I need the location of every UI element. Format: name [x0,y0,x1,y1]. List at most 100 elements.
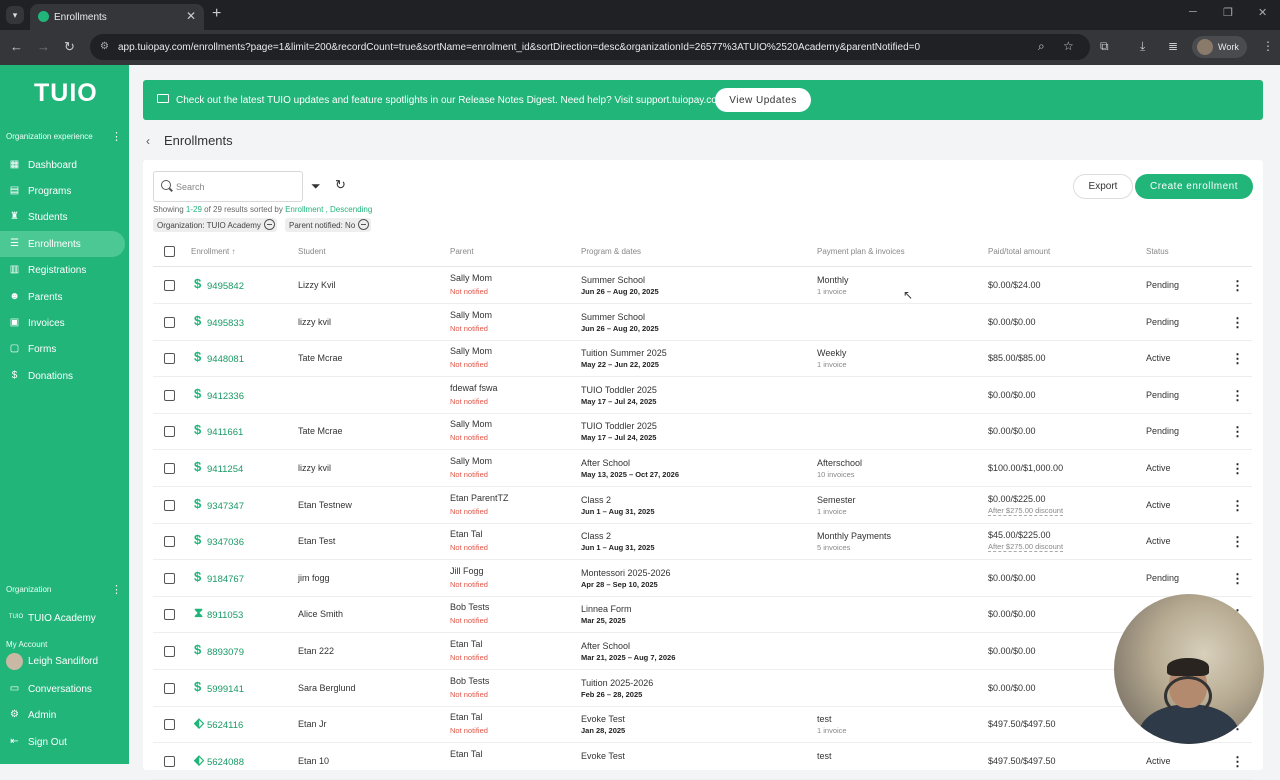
remove-filter-icon[interactable] [358,219,370,230]
table-row[interactable]: ⬖ 5624088 Etan 10 Etan Tal Evoke Test test $49… [153,743,1252,780]
create-enrollment-button[interactable]: Create enrollment [1135,174,1253,199]
summary-sort-field[interactable]: Enrollment [285,205,323,214]
parent-name[interactable]: Sally Mom [450,310,492,320]
table-row[interactable]: $9184767 jim fogg Jill Fogg Not notified Mon… [153,560,1252,597]
organization-menu-icon[interactable]: ⋮ [111,583,122,596]
user-profile[interactable]: Leigh Sandiford [0,648,125,674]
enrollment-id-link[interactable]: 8911053 [207,610,243,621]
row-checkbox[interactable] [164,683,175,694]
parent-name[interactable]: fdewaf fswa [450,383,498,393]
zoom-icon[interactable]: ⌕ [1038,39,1045,54]
row-checkbox[interactable] [164,573,175,584]
row-menu-icon[interactable]: ⋮ [1231,388,1244,404]
enrollment-id-link[interactable]: 9347347 [207,501,244,512]
row-menu-icon[interactable]: ⋮ [1231,315,1244,331]
sidebar-item-forms[interactable]: ▢ Forms [0,336,125,362]
tab-list-button[interactable]: ▾ [6,6,24,24]
student-name[interactable]: Etan Test [298,536,335,546]
profile-button[interactable]: Work [1192,36,1247,58]
program-name[interactable]: Summer School [581,275,645,285]
column-header-amount[interactable]: Paid/total amount [988,247,1050,256]
sidebar-item-invoices[interactable]: ▣ Invoices [0,310,125,336]
table-row[interactable]: $5999141 Sara Berglund Bob Tests Not notifi… [153,670,1252,707]
enrollment-id-link[interactable]: 9495842 [207,281,244,292]
program-name[interactable]: Montessori 2025-2026 [581,568,671,578]
student-name[interactable]: jim fogg [298,573,330,583]
sidebar-item-donations[interactable]: $ Donations [0,363,125,389]
parent-name[interactable]: Bob Tests [450,602,489,612]
row-checkbox[interactable] [164,353,175,364]
row-checkbox[interactable] [164,500,175,511]
parent-name[interactable]: Sally Mom [450,346,492,356]
student-name[interactable]: Etan Testnew [298,500,352,510]
parent-name[interactable]: Etan ParentTZ [450,493,509,503]
row-menu-icon[interactable]: ⋮ [1231,534,1244,550]
enrollment-id-link[interactable]: 8893079 [207,647,244,658]
restore-icon[interactable]: ❐ [1223,6,1233,19]
parent-name[interactable]: Etan Tal [450,639,482,649]
program-name[interactable]: TUIO Toddler 2025 [581,385,657,395]
sidebar-item-admin[interactable]: ⚙ Admin [0,702,125,728]
program-name[interactable]: Class 2 [581,495,611,505]
enrollment-id-link[interactable]: 9448081 [207,354,244,365]
close-window-icon[interactable]: ✕ [1258,6,1267,19]
column-header-payment[interactable]: Payment plan & invoices [817,247,905,256]
parent-name[interactable]: Sally Mom [450,456,492,466]
enrollment-id-link[interactable]: 9184767 [207,574,244,585]
row-checkbox[interactable] [164,536,175,547]
browser-tab[interactable]: Enrollments ✕ [30,4,204,30]
student-name[interactable]: lizzy kvil [298,317,331,327]
enrollment-id-link[interactable]: 9411661 [207,427,243,438]
student-name[interactable]: Lizzy Kvil [298,280,336,290]
student-name[interactable]: Etan Jr [298,719,327,729]
row-checkbox[interactable] [164,609,175,620]
row-menu-icon[interactable]: ⋮ [1231,498,1244,514]
sidebar-item-enrollments[interactable]: ☰ Enrollments [0,231,125,257]
enrollment-id-link[interactable]: 9495833 [207,318,244,329]
summary-sort-direction[interactable]: Descending [330,205,372,214]
row-checkbox[interactable] [164,756,175,767]
table-row[interactable]: $9411254 lizzy kvil Sally Mom Not notified A… [153,450,1252,487]
row-menu-icon[interactable]: ⋮ [1231,754,1244,770]
remove-filter-icon[interactable] [263,219,275,230]
table-row[interactable]: $9411661 Tate Mcrae Sally Mom Not notified T… [153,413,1252,450]
program-name[interactable]: TUIO Toddler 2025 [581,421,657,431]
parent-name[interactable]: Etan Tal [450,529,482,539]
row-checkbox[interactable] [164,390,175,401]
enrollment-id-link[interactable]: 5999141 [207,684,244,695]
student-name[interactable]: Etan 222 [298,646,334,656]
program-name[interactable]: After School [581,458,630,468]
refresh-icon[interactable]: ↻ [335,177,346,193]
row-checkbox[interactable] [164,317,175,328]
enrollment-id-link[interactable]: 9347036 [207,537,244,548]
table-row[interactable]: $9495833 lizzy kvil Sally Mom Not notified S… [153,304,1252,341]
discount-note[interactable]: After $275.00 discount [988,506,1064,516]
sidebar-item-parents[interactable]: ☻ Parents [0,284,125,310]
discount-note[interactable]: After $275.00 discount [988,542,1064,552]
row-menu-icon[interactable]: ⋮ [1231,571,1244,587]
program-name[interactable]: After School [581,641,630,651]
column-header-program[interactable]: Program & dates [581,247,641,256]
sidebar-item-dashboard[interactable]: ▦ Dashboard [0,152,125,178]
address-bar[interactable]: ⚙ app.tuiopay.com/enrollments?page=1&lim… [90,34,1090,60]
table-row[interactable]: $9412336 fdewaf fswa Not notified TUIO Todd… [153,377,1252,414]
table-row[interactable]: $9495842 Lizzy Kvil Sally Mom Not notified S… [153,267,1252,304]
back-chevron-icon[interactable]: ‹ [146,134,150,148]
parent-name[interactable]: Jill Fogg [450,566,484,576]
parent-name[interactable]: Bob Tests [450,676,489,686]
parent-name[interactable]: Etan Tal [450,712,482,722]
sidebar-item-programs[interactable]: ▤ Programs [0,178,125,204]
view-updates-button[interactable]: View Updates [715,88,811,112]
select-all-checkbox[interactable] [164,246,175,257]
forward-icon[interactable]: → [37,39,50,54]
filter-icon[interactable]: ⏷ [311,179,321,194]
student-name[interactable]: Alice Smith [298,609,343,619]
sidebar-item-registrations[interactable]: ▥ Registrations [0,257,125,283]
tuio-logo[interactable]: TUIO [34,79,98,108]
filter-chip-organization[interactable]: Organization: TUIO Academy [153,218,277,232]
program-name[interactable]: Evoke Test [581,751,625,761]
column-header-status[interactable]: Status [1146,247,1169,256]
parent-name[interactable]: Sally Mom [450,273,492,283]
column-header-student[interactable]: Student [298,247,326,256]
table-row[interactable]: $8893079 Etan 222 Etan Tal Not notified Afte… [153,633,1252,670]
